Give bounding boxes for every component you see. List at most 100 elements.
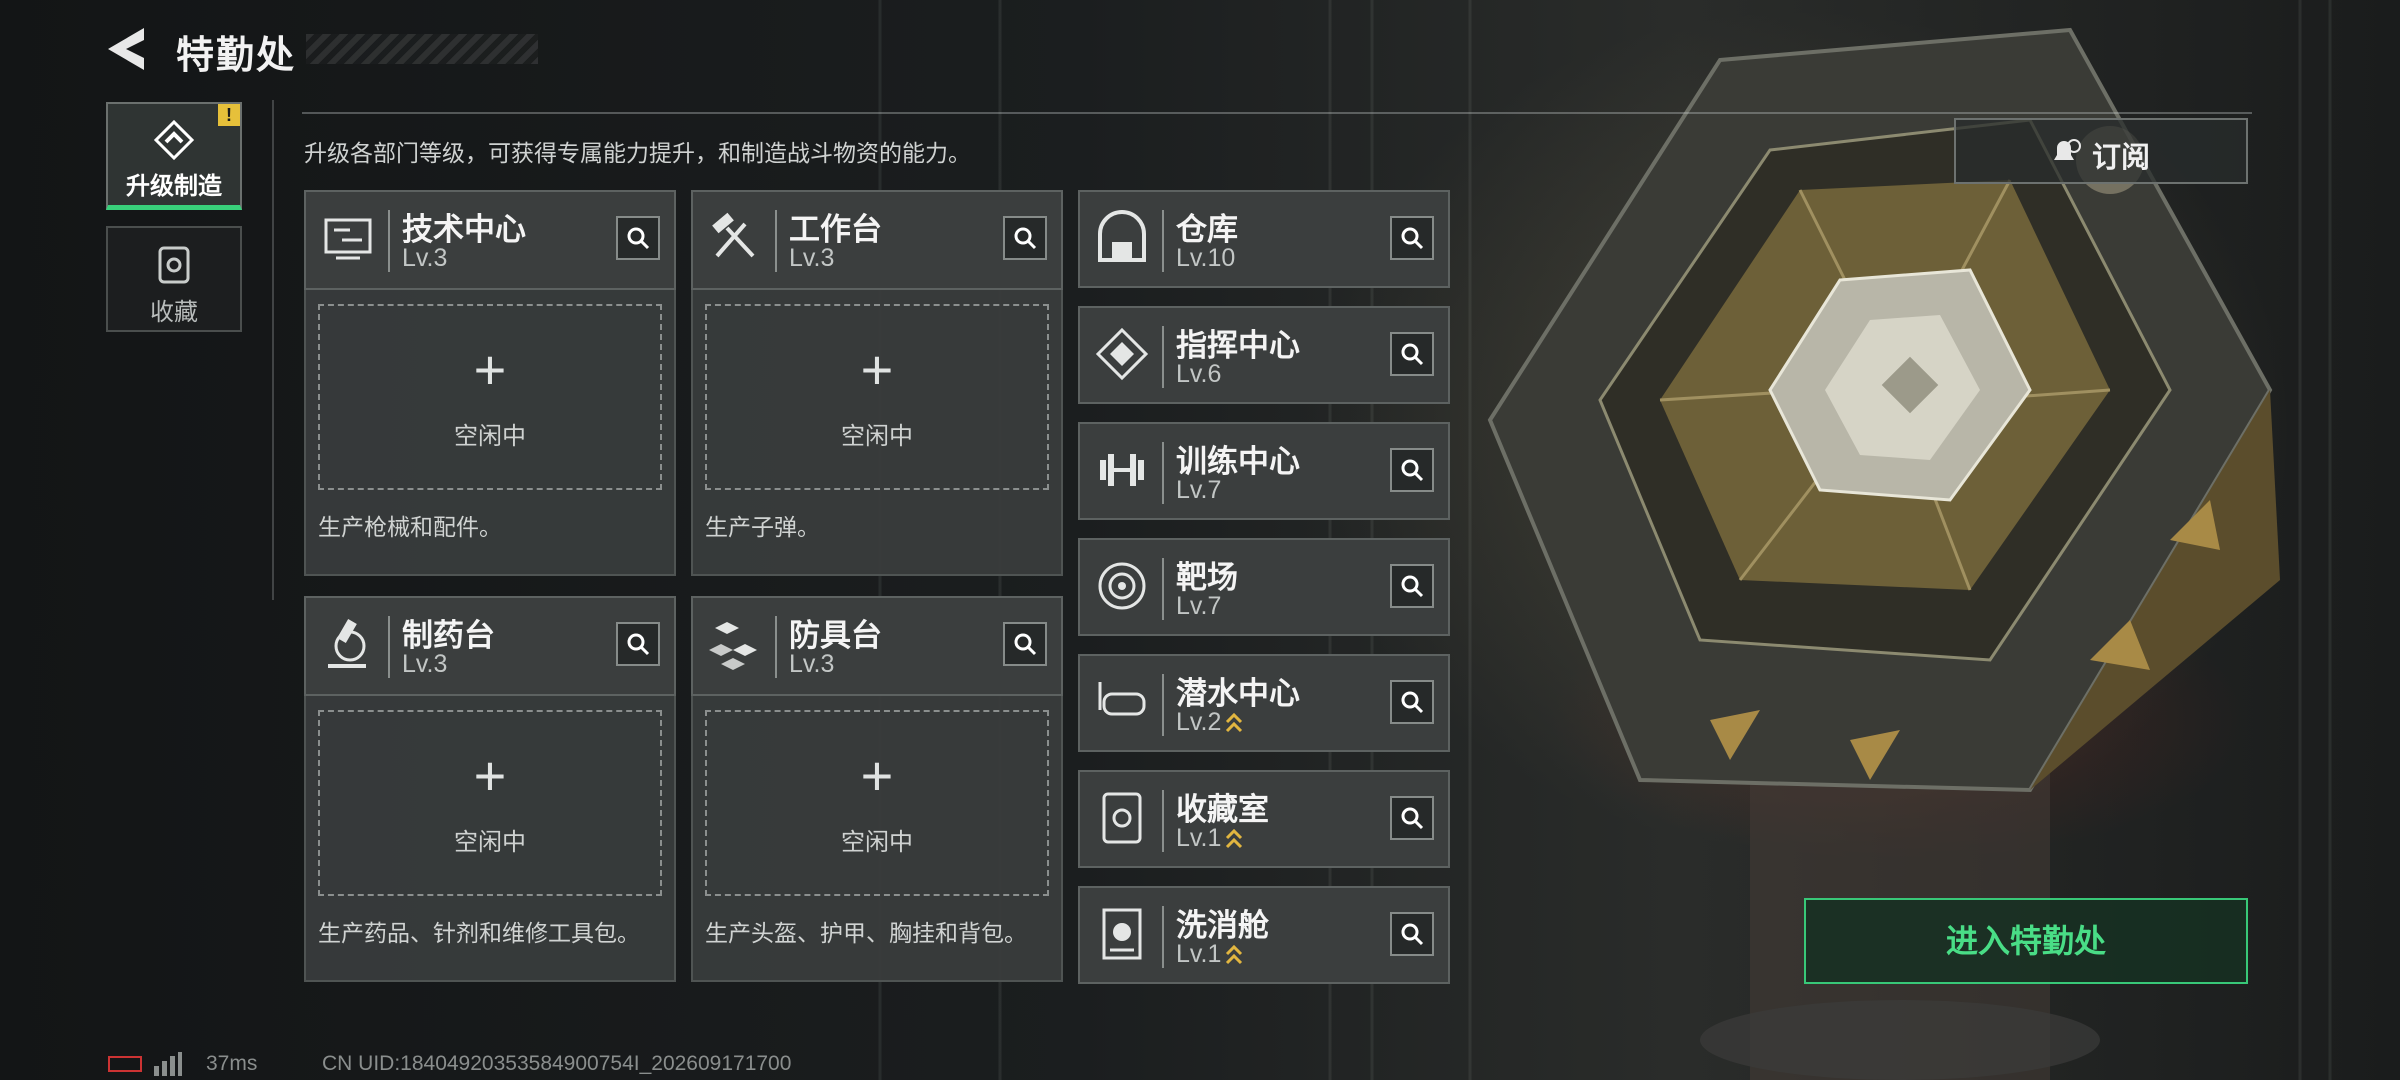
dept-card-tech-center[interactable]: 技术中心 Lv.3 [304,190,676,290]
facility-card-decon-chamber[interactable]: 洗消舱 Lv.1 [1078,886,1450,984]
divider [1162,326,1164,388]
divider [388,616,390,678]
battery-icon [108,1056,142,1072]
magnifier-icon [1401,575,1424,598]
production-slot[interactable]: + 空闲中 [705,304,1049,490]
dept-name: 工作台 [789,212,882,247]
tab-label: 升级制造 [126,173,222,200]
facility-level: Lv.6 [1176,360,1222,388]
slot-status: 空闲中 [841,829,913,856]
collection-icon [158,246,190,284]
facility-level: Lv.7 [1176,476,1222,504]
magnifier-icon [627,227,650,250]
inspect-button[interactable] [1390,332,1434,376]
divider [775,616,777,678]
facility-card-collection-room[interactable]: 收藏室 Lv.1 [1078,770,1450,868]
level-text: Lv.1 [1176,940,1222,968]
training-center-icon [1100,454,1144,486]
production-slot[interactable]: + 空闲中 [318,710,662,896]
signal-icon [154,1052,182,1076]
inspect-button[interactable] [1390,796,1434,840]
slot-status: 空闲中 [454,423,526,450]
armor-bench-icon [709,622,757,670]
facility-card-warehouse[interactable]: 仓库 Lv.10 [1078,190,1450,288]
divider [388,210,390,272]
dept-name: 防具台 [789,618,882,653]
ping-text: 37ms [206,1052,258,1075]
magnifier-icon [1401,459,1424,482]
subscribe-button[interactable]: 订阅 [1954,118,2248,184]
upgrade-icon [153,120,195,160]
divider [1162,674,1164,736]
inspect-button[interactable] [1390,912,1434,956]
tab-label: 收藏 [150,299,198,326]
production-panel: + 空闲中 生产头盔、护甲、胸挂和背包。 [691,696,1063,982]
dept-level: Lv.3 [789,650,835,678]
user-id-text: CN UID:18404920353584900754I_20260917170… [322,1052,792,1075]
inspect-button[interactable] [1390,448,1434,492]
dept-description: 生产枪械和配件。 [318,514,502,540]
production-slot[interactable]: + 空闲中 [318,304,662,490]
magnifier-icon [1401,691,1424,714]
dept-description: 生产头盔、护甲、胸挂和背包。 [705,920,1027,946]
divider [1162,442,1164,504]
pharmacy-icon [328,618,366,668]
header-divider [302,112,2252,114]
facility-name: 收藏室 [1176,792,1269,827]
divider [775,210,777,272]
divider [1162,790,1164,852]
back-arrow-icon[interactable] [104,24,148,74]
facility-level: Lv.1 [1176,940,1243,969]
dept-level: Lv.3 [402,650,448,678]
shooting-range-icon [1098,562,1146,610]
slot-status: 空闲中 [841,423,913,450]
plus-icon: + [860,338,894,401]
facility-name: 仓库 [1176,212,1238,247]
facility-card-diving-center[interactable]: 潜水中心 Lv.2 [1078,654,1450,752]
facility-name: 指挥中心 [1176,328,1300,363]
inspect-button[interactable] [1003,622,1047,666]
facility-card-command-center[interactable]: 指挥中心 Lv.6 [1078,306,1450,404]
dept-card-pharmacy[interactable]: 制药台 Lv.3 [304,596,676,696]
inspect-button[interactable] [616,216,660,260]
dept-description: 生产子弹。 [705,514,820,540]
magnifier-icon [1401,923,1424,946]
dept-card-armor-bench[interactable]: 防具台 Lv.3 [691,596,1063,696]
production-panel: + 空闲中 生产枪械和配件。 [304,290,676,576]
facility-name: 靶场 [1176,560,1238,595]
alert-badge: ! [218,104,240,126]
tab-upgrade-craft[interactable]: ! 升级制造 [106,102,242,210]
magnifier-icon [1401,227,1424,250]
plus-icon: + [473,744,507,807]
inspect-button[interactable] [1003,216,1047,260]
tab-collection[interactable]: 收藏 [106,226,242,332]
facility-card-shooting-range[interactable]: 靶场 Lv.7 [1078,538,1450,636]
facility-name: 潜水中心 [1176,676,1300,711]
facility-level: Lv.7 [1176,592,1222,620]
inspect-button[interactable] [1390,564,1434,608]
upgrade-arrows-icon [1226,713,1243,733]
dept-level: Lv.3 [402,244,448,272]
diving-center-icon [1098,682,1146,716]
slot-status: 空闲中 [454,829,526,856]
facility-card-training-center[interactable]: 训练中心 Lv.7 [1078,422,1450,520]
inspect-button[interactable] [1390,680,1434,724]
inspect-button[interactable] [1390,216,1434,260]
dept-name: 技术中心 [402,212,526,247]
inspect-button[interactable] [616,622,660,666]
upgrade-arrows-icon [1226,945,1243,965]
warehouse-icon [1098,210,1146,262]
dept-card-workbench[interactable]: 工作台 Lv.3 [691,190,1063,290]
facility-level: Lv.2 [1176,708,1243,737]
divider [1162,210,1164,272]
divider [1162,558,1164,620]
production-panel: + 空闲中 生产子弹。 [691,290,1063,576]
facility-level: Lv.1 [1176,824,1243,853]
enter-special-ops-button[interactable]: 进入特勤处 [1804,898,2248,984]
tech-center-icon [324,218,372,260]
command-center-icon [1095,327,1149,381]
production-slot[interactable]: + 空闲中 [705,710,1049,896]
facility-name: 训练中心 [1176,444,1300,479]
page-title: 特勤处 [176,35,297,77]
dept-description: 生产药品、针剂和维修工具包。 [318,920,640,946]
